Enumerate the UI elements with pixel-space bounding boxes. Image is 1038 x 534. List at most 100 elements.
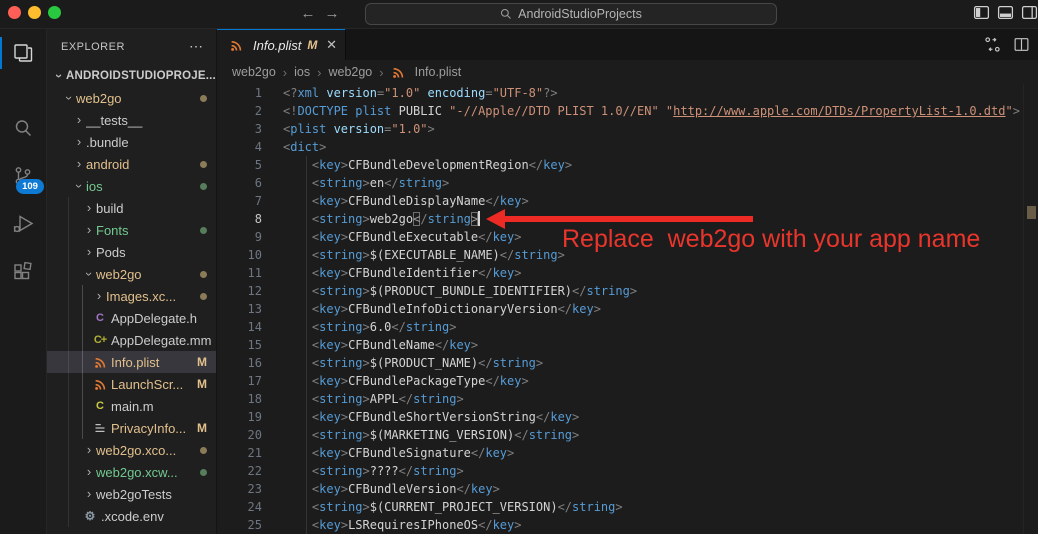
tree-item--bundle[interactable]: ›.bundle — [46, 131, 216, 153]
tree-item-web2go[interactable]: ›web2go — [46, 87, 216, 109]
git-status-dot — [200, 183, 207, 190]
tree-item-build[interactable]: ›build — [46, 197, 216, 219]
source-control-icon[interactable]: 109 — [0, 153, 46, 199]
search-view-icon[interactable] — [0, 105, 46, 151]
code-line-22[interactable]: 22 <string>????</string> — [216, 462, 1038, 480]
tree-item-info-plist[interactable]: Info.plistM — [46, 351, 216, 373]
tree-item--tests-[interactable]: ›__tests__ — [46, 109, 216, 131]
chevron-right-icon: › — [82, 223, 96, 237]
tab-info-plist[interactable]: Info.plist M ✕ — [216, 28, 346, 60]
code-line-18[interactable]: 18 <string>APPL</string> — [216, 390, 1038, 408]
code-line-2[interactable]: 2 <!DOCTYPE plist PUBLIC "-//Apple//DTD P… — [216, 102, 1038, 120]
code-line-15[interactable]: 15 <key>CFBundleName</key> — [216, 336, 1038, 354]
token-punctuation: > — [536, 356, 543, 370]
close-window-button[interactable] — [8, 6, 21, 19]
breadcrumb-item-web2go[interactable]: web2go — [232, 65, 276, 79]
breadcrumb-item-web2go[interactable]: web2go — [328, 65, 372, 79]
code-line-21[interactable]: 21 <key>CFBundleSignature</key> — [216, 444, 1038, 462]
code-text: <key>CFBundleShortVersionString</key> — [283, 408, 579, 426]
code-line-3[interactable]: 3 <plist version="1.0"> — [216, 120, 1038, 138]
tree-item-privacyinfo-[interactable]: PrivacyInfo...M — [46, 417, 216, 439]
code-line-5[interactable]: 5 <key>CFBundleDevelopmentRegion</key> — [216, 156, 1038, 174]
chevron-right-icon: › — [72, 113, 86, 127]
code-line-6[interactable]: 6 <string>en</string> — [216, 174, 1038, 192]
line-number: 19 — [216, 408, 262, 426]
line-number: 17 — [216, 372, 262, 390]
tree-item-web2go[interactable]: ›web2go — [46, 263, 216, 285]
token-punctuation: </ — [536, 410, 550, 424]
git-status-dot — [200, 469, 207, 476]
toggle-secondary-sidebar-icon[interactable] — [1021, 4, 1038, 21]
code-line-23[interactable]: 23 <key>CFBundleVersion</key> — [216, 480, 1038, 498]
tree-item-appdelegate-mm[interactable]: C+AppDelegate.mm — [46, 329, 216, 351]
token-text: CFBundleSignature — [348, 446, 471, 460]
tab-label: Info.plist — [253, 38, 301, 53]
tree-item-images-xc-[interactable]: ›Images.xc... — [46, 285, 216, 307]
code-line-1[interactable]: 1<?xml version="1.0" encoding="UTF-8"?> — [216, 84, 1038, 102]
line-number: 2 — [216, 102, 262, 120]
tree-item-androidstudioproje-[interactable]: ›ANDROIDSTUDIOPROJE... — [46, 65, 216, 87]
zoom-window-button[interactable] — [48, 6, 61, 19]
source-control-badge: 109 — [16, 179, 44, 194]
token-tag: key — [319, 158, 341, 172]
code-text: <?xml version="1.0" encoding="UTF-8"?> — [283, 84, 558, 102]
code-line-9[interactable]: 9 <key>CFBundleExecutable</key> — [216, 228, 1038, 246]
chevron-right-icon: › — [82, 465, 96, 479]
code-line-17[interactable]: 17 <key>CFBundlePackageType</key> — [216, 372, 1038, 390]
extensions-icon[interactable] — [0, 249, 46, 295]
explorer-icon[interactable] — [0, 30, 46, 76]
breadcrumb-item-ios[interactable]: ios — [294, 65, 310, 79]
tree-item--xcode-env[interactable]: ⚙.xcode.env — [46, 505, 216, 527]
code-line-20[interactable]: 20 <string>$(MARKETING_VERSION)</string> — [216, 426, 1038, 444]
code-text: <plist version="1.0"> — [283, 120, 435, 138]
code-line-24[interactable]: 24 <string>$(CURRENT_PROJECT_VERSION)</s… — [216, 498, 1038, 516]
code-area[interactable]: 1<?xml version="1.0" encoding="UTF-8"?>2… — [216, 84, 1038, 534]
code-line-19[interactable]: 19 <key>CFBundleShortVersionString</key> — [216, 408, 1038, 426]
editor-scrollbar[interactable] — [1023, 84, 1038, 534]
token-text — [283, 158, 312, 172]
navigate-back-button[interactable]: ← — [298, 3, 318, 25]
tree-item-launchscr-[interactable]: LaunchScr...M — [46, 373, 216, 395]
tab-close-icon[interactable]: ✕ — [326, 37, 337, 53]
command-center-search[interactable]: AndroidStudioProjects — [365, 3, 777, 25]
run-and-debug-icon[interactable] — [0, 201, 46, 247]
minimize-window-button[interactable] — [28, 6, 41, 19]
explorer-more-actions-icon[interactable]: ⋯ — [189, 38, 204, 55]
code-line-11[interactable]: 11 <key>CFBundleIdentifier</key> — [216, 264, 1038, 282]
tree-item-android[interactable]: ›android — [46, 153, 216, 175]
code-line-10[interactable]: 10 <string>$(EXECUTABLE_NAME)</string> — [216, 246, 1038, 264]
code-line-16[interactable]: 16 <string>$(PRODUCT_NAME)</string> — [216, 354, 1038, 372]
code-line-12[interactable]: 12 <string>$(PRODUCT_BUNDLE_IDENTIFIER)<… — [216, 282, 1038, 300]
breadcrumb-item-info-plist[interactable]: Info.plist — [391, 64, 462, 80]
toggle-primary-sidebar-icon[interactable] — [973, 4, 990, 21]
token-punctuation: > — [449, 320, 456, 334]
chevron-down-icon: › — [82, 267, 96, 281]
token-text — [283, 212, 312, 226]
code-line-13[interactable]: 13 <key>CFBundleInfoDictionaryVersion</k… — [216, 300, 1038, 318]
code-line-8[interactable]: 8 <string>web2go</string> — [216, 210, 1038, 228]
code-line-14[interactable]: 14 <string>6.0</string> — [216, 318, 1038, 336]
split-editor-icon[interactable] — [1013, 36, 1030, 53]
code-line-7[interactable]: 7 <key>CFBundleDisplayName</key> — [216, 192, 1038, 210]
tree-item-web2go-xco-[interactable]: ›web2go.xco... — [46, 439, 216, 461]
tree-item-web2go-xcw-[interactable]: ›web2go.xcw... — [46, 461, 216, 483]
token-punctuation: > — [442, 176, 449, 190]
chevron-right-icon: › — [92, 289, 106, 303]
tree-item-web2gotests[interactable]: ›web2goTests — [46, 483, 216, 505]
line-number: 3 — [216, 120, 262, 138]
tree-item-appdelegate-h[interactable]: CAppDelegate.h — [46, 307, 216, 329]
navigate-forward-button[interactable]: → — [322, 3, 342, 25]
tree-item-fonts[interactable]: ›Fonts — [46, 219, 216, 241]
text-cursor — [478, 211, 480, 226]
tree-item-main-m[interactable]: Cmain.m — [46, 395, 216, 417]
tree-item-pods[interactable]: ›Pods — [46, 241, 216, 263]
code-line-25[interactable]: 25 <key>LSRequiresIPhoneOS</key> — [216, 516, 1038, 534]
tree-item-ios[interactable]: ›ios — [46, 175, 216, 197]
toggle-panel-icon[interactable] — [997, 4, 1014, 21]
indent-guide-active — [82, 395, 83, 417]
code-line-4[interactable]: 4<dict> — [216, 138, 1038, 156]
token-tag: string — [406, 320, 449, 334]
open-changes-icon[interactable] — [984, 36, 1001, 53]
line-number: 13 — [216, 300, 262, 318]
code-text: <!DOCTYPE plist PUBLIC "-//Apple//DTD PL… — [283, 102, 1020, 120]
